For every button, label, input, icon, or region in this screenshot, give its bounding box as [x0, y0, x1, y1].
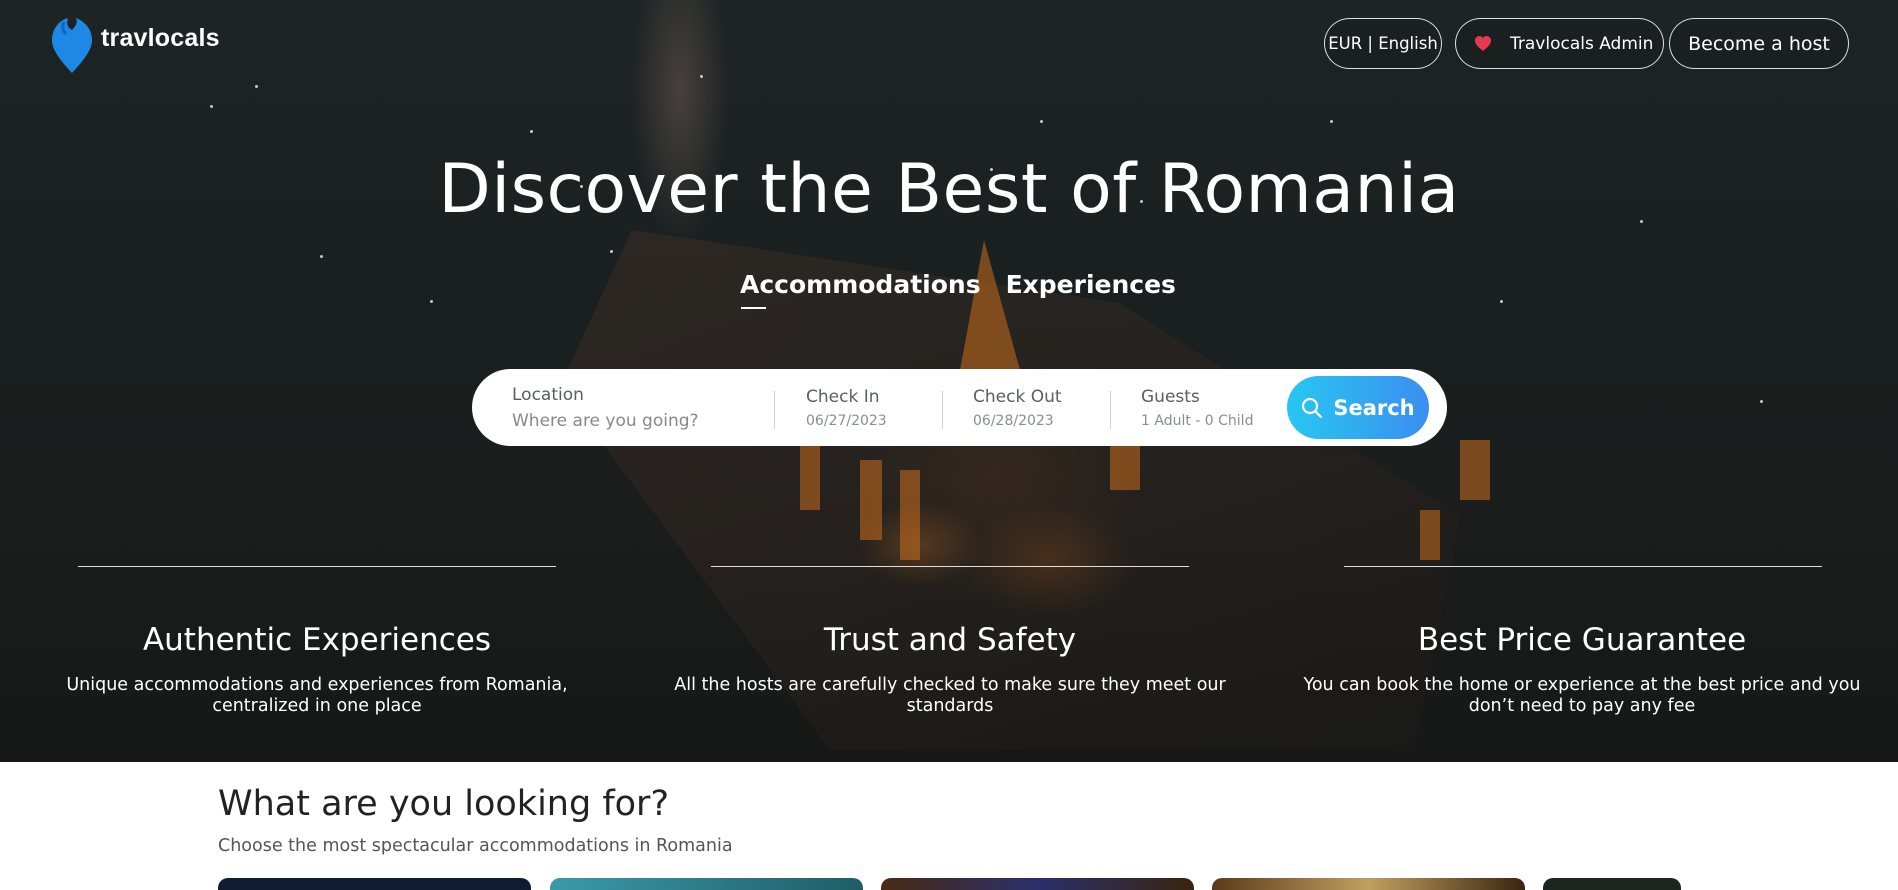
become-host-button[interactable]: Become a host — [1669, 18, 1849, 69]
feature-description: All the hosts are carefully checked to m… — [672, 675, 1228, 717]
heart-avatar-icon — [1475, 35, 1491, 51]
feature-title: Best Price Guarantee — [1417, 622, 1747, 658]
feature-title: Trust and Safety — [823, 622, 1077, 658]
guests-field[interactable]: Guests 1 Adult - 0 Child — [1141, 369, 1253, 446]
search-button-label: Search — [1333, 395, 1415, 420]
brand-logo[interactable]: travlocals — [50, 16, 220, 74]
divider — [942, 391, 943, 429]
brand-name: travlocals — [101, 23, 220, 52]
feature-divider — [711, 566, 1189, 567]
cabin-window — [800, 440, 820, 510]
cabin-window — [900, 470, 920, 560]
location-label: Location — [512, 384, 584, 405]
search-bar: Location Check In 06/27/2023 Check Out 0… — [472, 369, 1447, 446]
user-menu-button[interactable]: Travlocals Admin — [1455, 18, 1664, 69]
feature-description: You can book the home or experience at t… — [1302, 675, 1862, 717]
search-type-tabs: Accommodations Experiences — [740, 270, 1201, 309]
tab-experiences[interactable]: Experiences — [1006, 270, 1176, 299]
feature-description-line: don’t need to pay any fee — [1468, 696, 1696, 716]
location-field[interactable]: Location — [512, 369, 742, 446]
check-in-value: 06/27/2023 — [806, 412, 887, 429]
cabin-window — [1420, 510, 1440, 560]
tab-accommodations[interactable]: Accommodations — [740, 270, 981, 309]
check-in-label: Check In — [806, 386, 880, 407]
currency-language-selector[interactable]: EUR | English — [1324, 18, 1442, 69]
search-icon — [1302, 397, 1323, 418]
cabin-window — [1460, 440, 1490, 500]
category-card[interactable] — [881, 878, 1194, 890]
category-card[interactable] — [1212, 878, 1525, 890]
search-button[interactable]: Search — [1287, 376, 1429, 439]
check-out-label: Check Out — [973, 386, 1062, 407]
feature-description: Unique accommodations and experiences fr… — [40, 675, 594, 717]
feature-divider — [1344, 566, 1822, 567]
section-title: What are you looking for? — [218, 784, 670, 824]
category-card[interactable] — [550, 878, 863, 890]
currency-language-label: EUR | English — [1328, 34, 1438, 53]
cabin-background-image — [560, 230, 1460, 750]
section-subtitle: Choose the most spectacular accommodatio… — [218, 836, 733, 856]
feature-description-line: You can book the home or experience at t… — [1303, 675, 1861, 695]
drop-pin-icon — [52, 18, 92, 73]
divider — [774, 391, 775, 429]
feature-description-line: centralized in one place — [212, 696, 422, 716]
feature-divider — [78, 566, 556, 567]
check-out-field[interactable]: Check Out 06/28/2023 — [973, 369, 1062, 446]
feature-title: Authentic Experiences — [142, 622, 492, 658]
guests-value: 1 Adult - 0 Child — [1141, 412, 1254, 429]
category-card[interactable] — [218, 878, 531, 890]
category-card[interactable] — [1543, 878, 1681, 890]
guests-label: Guests — [1141, 386, 1200, 407]
check-out-value: 06/28/2023 — [973, 412, 1054, 429]
become-host-label: Become a host — [1688, 32, 1830, 55]
location-input[interactable] — [512, 410, 732, 431]
feature-description-line: Unique accommodations and experiences fr… — [66, 675, 568, 695]
hero-title: Discover the Best of Romania — [438, 150, 1460, 229]
cabin-window — [860, 460, 882, 540]
check-in-field[interactable]: Check In 06/27/2023 — [806, 369, 887, 446]
user-name-label: Travlocals Admin — [1510, 33, 1654, 54]
divider — [1110, 391, 1111, 429]
feature-description-line: standards — [906, 696, 994, 716]
feature-description-line: All the hosts are carefully checked to m… — [674, 675, 1226, 695]
